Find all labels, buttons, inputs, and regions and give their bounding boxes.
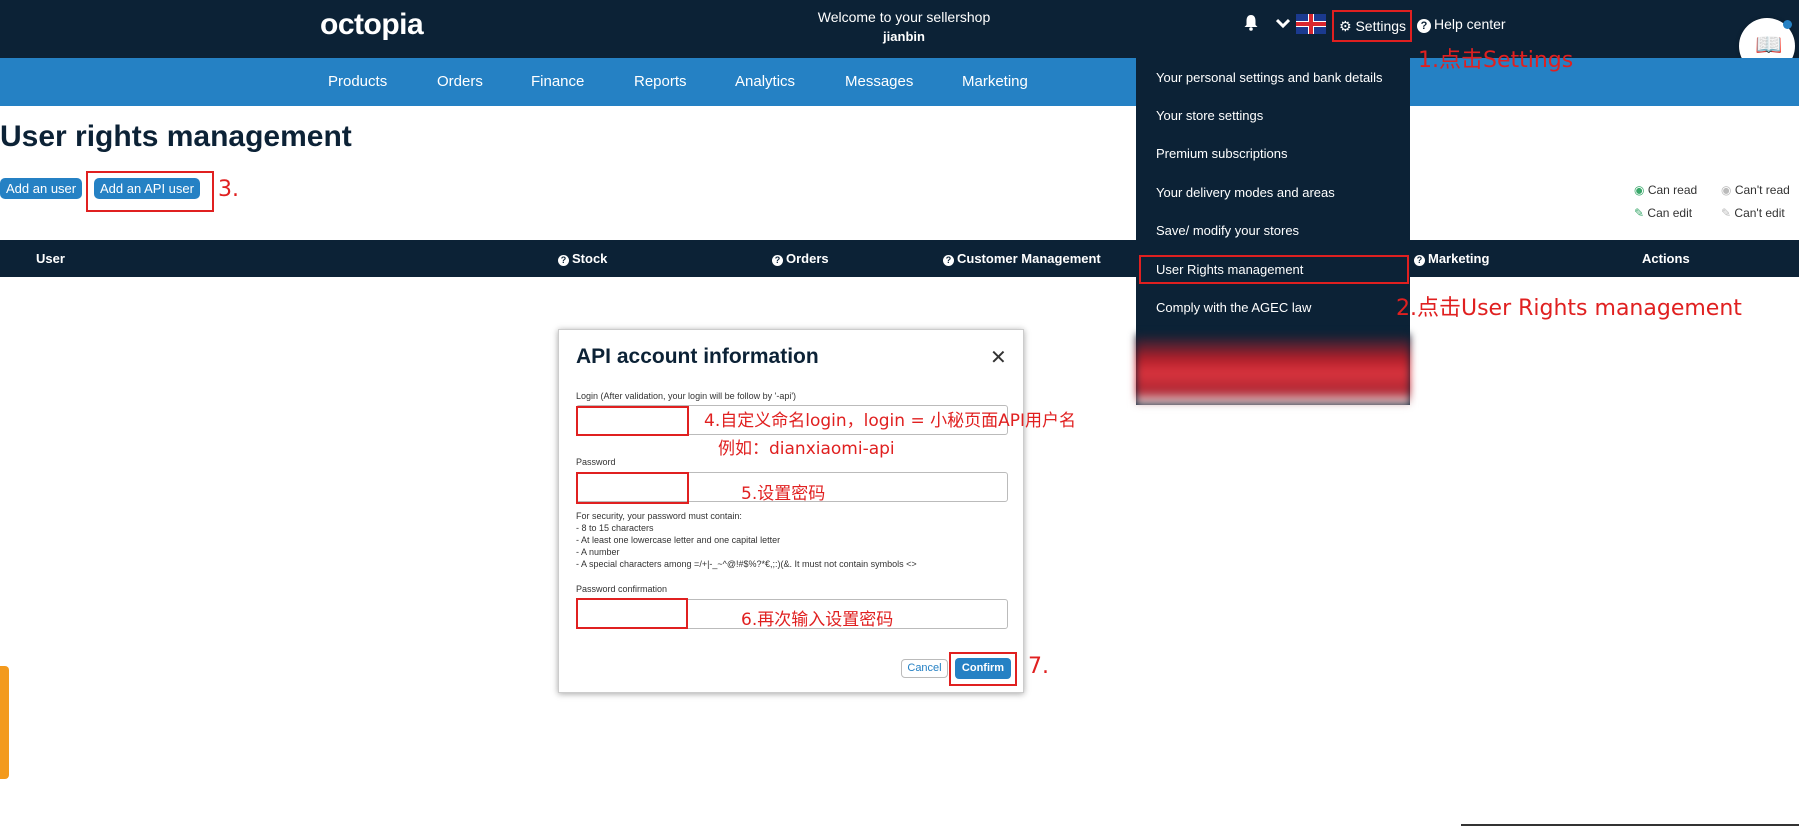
table-header: User ? Stock ? Orders ? Customer Management… (0, 240, 1799, 277)
annotation-step-1: 1.点击Settings (1418, 48, 1574, 73)
menu-premium-subscriptions[interactable]: Premium subscriptions (1156, 146, 1288, 161)
page-title: User rights management (0, 120, 352, 153)
settings-button[interactable]: ⚙ Settings (1332, 10, 1412, 42)
nav-products[interactable]: Products (328, 73, 387, 90)
octopia-logo[interactable]: octopia (320, 8, 424, 42)
pencil-icon: ✎ (1634, 206, 1645, 220)
legend-can-read: ◉ Can read (1634, 183, 1697, 197)
welcome-message: Welcome to your sellershop (817, 9, 991, 25)
annotation-step-6: 6.再次输入设置密码 (741, 610, 894, 630)
feedback-tab[interactable] (0, 666, 9, 779)
help-book-icon: 📖 (1755, 32, 1783, 57)
col-marketing: ? Marketing (1414, 251, 1489, 266)
nav-reports[interactable]: Reports (634, 73, 687, 90)
col-stock-label: Stock (572, 251, 608, 266)
legend-cant-edit-label: Can't edit (1734, 206, 1785, 220)
col-actions: Actions (1642, 251, 1690, 266)
annotation-step-7: 7. (1028, 654, 1049, 679)
legend-cant-read-label: Can't read (1734, 183, 1790, 197)
menu-personal-settings[interactable]: Your personal settings and bank details (1156, 70, 1382, 85)
legend-can-edit-label: Can edit (1647, 206, 1693, 220)
annotation-step-2: 2.点击User Rights management (1396, 296, 1742, 321)
legend-can-edit: ✎ Can edit (1634, 206, 1692, 220)
highlight-password-confirmation (576, 598, 688, 629)
bottom-divider (1461, 824, 1799, 826)
eye-off-icon: ◉ (1721, 183, 1732, 197)
notification-dot (1783, 20, 1792, 29)
nav-marketing[interactable]: Marketing (962, 73, 1028, 90)
highlight-login-input (576, 406, 689, 436)
nav-messages[interactable]: Messages (845, 73, 913, 90)
eye-icon: ◉ (1634, 183, 1645, 197)
api-account-modal: API account information ✕ Login (After v… (558, 329, 1024, 693)
pencil-off-icon: ✎ (1721, 206, 1732, 220)
help-label: Help center (1434, 16, 1506, 32)
annotation-step-4-example: 例如：dianxiaomi-api (718, 439, 895, 459)
highlight-password-input (576, 472, 689, 504)
nav-finance[interactable]: Finance (531, 73, 584, 90)
menu-delivery-modes[interactable]: Your delivery modes and areas (1156, 185, 1335, 200)
question-icon: ? (943, 255, 954, 266)
question-icon: ? (1414, 255, 1425, 266)
cancel-button[interactable]: Cancel (901, 659, 948, 678)
col-customer-label: Customer Management (957, 251, 1101, 266)
help-center-link[interactable]: ? Help center (1417, 16, 1506, 33)
legend-can-read-label: Can read (1647, 183, 1698, 197)
password-requirements: For security, your password must contain… (576, 511, 917, 569)
bell-icon[interactable] (1243, 14, 1259, 34)
nav-orders[interactable]: Orders (437, 73, 483, 90)
col-stock: ? Stock (558, 251, 607, 266)
highlight-user-rights (1139, 255, 1409, 284)
col-orders-label: Orders (786, 251, 829, 266)
welcome-text: Welcome to your sellershop jianbin (770, 8, 1038, 46)
uk-flag-icon[interactable] (1296, 14, 1326, 34)
settings-label: Settings (1355, 18, 1407, 34)
add-user-button[interactable]: Add an user (0, 178, 83, 199)
menu-store-settings[interactable]: Your store settings (1156, 108, 1263, 123)
col-marketing-label: Marketing (1428, 251, 1490, 266)
col-user: User (36, 251, 65, 266)
nav-analytics[interactable]: Analytics (735, 73, 795, 90)
annotation-step-3: 3. (218, 177, 239, 202)
highlight-confirm-button (949, 652, 1017, 686)
login-label: Login (After validation, your login will… (576, 391, 797, 401)
settings-dropdown: Your personal settings and bank details … (1136, 58, 1410, 405)
legend-cant-read: ◉ Can't read (1721, 183, 1790, 197)
close-icon[interactable]: ✕ (990, 345, 1007, 370)
username: jianbin (883, 29, 925, 44)
gear-icon: ⚙ (1339, 18, 1352, 34)
col-orders: ? Orders (772, 251, 829, 266)
chevron-down-icon[interactable] (1275, 16, 1291, 32)
menu-agec-law[interactable]: Comply with the AGEC law (1156, 300, 1311, 315)
question-icon: ? (772, 255, 783, 266)
annotation-step-5: 5.设置密码 (741, 484, 826, 504)
highlight-add-api-user (86, 171, 214, 212)
blurred-region (1136, 334, 1410, 405)
modal-title: API account information (576, 345, 819, 368)
question-icon: ? (1417, 19, 1431, 33)
password-confirmation-label: Password confirmation (576, 584, 668, 594)
menu-save-modify-stores[interactable]: Save/ modify your stores (1156, 223, 1299, 238)
password-label: Password (576, 457, 616, 467)
annotation-step-4: 4.自定义命名login，login = 小秘页面API用户名 (704, 411, 1076, 431)
question-icon: ? (558, 255, 569, 266)
legend-cant-edit: ✎ Can't edit (1721, 206, 1785, 220)
col-customer-management: ? Customer Management (943, 251, 1101, 266)
